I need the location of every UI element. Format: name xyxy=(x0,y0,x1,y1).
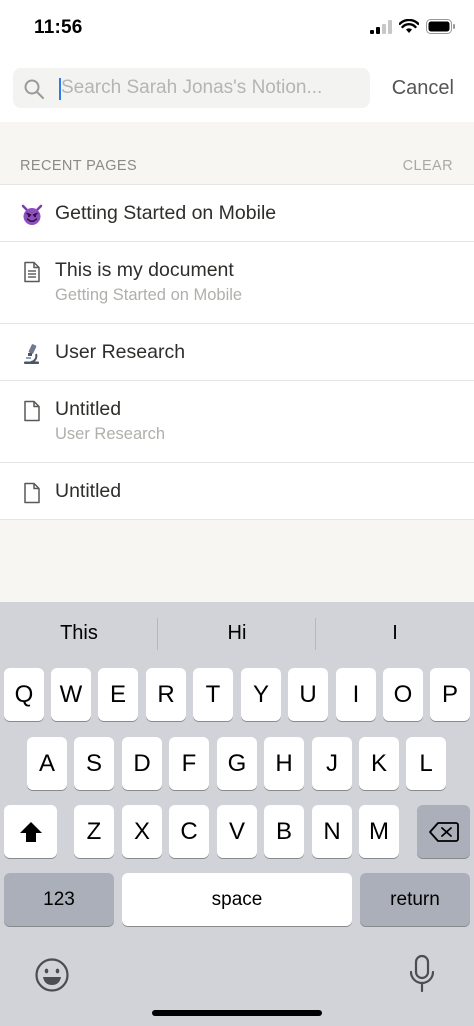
key-e[interactable]: E xyxy=(98,668,138,721)
cancel-button[interactable]: Cancel xyxy=(392,77,454,100)
key-l[interactable]: L xyxy=(406,737,446,790)
search-header: Cancel xyxy=(0,58,474,122)
battery-icon xyxy=(426,19,455,34)
item-title: This is my document xyxy=(55,259,234,281)
blank-page-icon xyxy=(20,481,44,505)
key-d[interactable]: D xyxy=(122,737,162,790)
search-box[interactable] xyxy=(13,68,370,108)
list-item[interactable]: User Research xyxy=(0,324,474,381)
shift-arrow-icon xyxy=(19,821,42,842)
emoji-icon[interactable] xyxy=(34,957,70,993)
microscope-icon xyxy=(20,342,44,366)
key-y[interactable]: Y xyxy=(241,668,281,721)
list-item[interactable]: Getting Started on Mobile xyxy=(0,185,474,242)
key-v[interactable]: V xyxy=(217,805,257,858)
key-s[interactable]: S xyxy=(74,737,114,790)
devil-emoji-icon xyxy=(20,203,44,227)
space-key[interactable]: space xyxy=(122,873,352,926)
recent-pages-header: RECENT PAGES CLEAR xyxy=(0,122,474,184)
list-item[interactable]: Untitled xyxy=(0,463,474,520)
backspace-key[interactable] xyxy=(417,805,470,858)
clear-button[interactable]: CLEAR xyxy=(403,158,453,174)
key-q[interactable]: Q xyxy=(4,668,44,721)
search-input[interactable] xyxy=(58,68,358,108)
list-item[interactable]: Untitled User Research xyxy=(0,381,474,463)
key-b[interactable]: B xyxy=(264,805,304,858)
key-x[interactable]: X xyxy=(122,805,162,858)
key-j[interactable]: J xyxy=(312,737,352,790)
suggestion-item[interactable]: Hi xyxy=(162,622,312,645)
list-item[interactable]: This is my document Getting Started on M… xyxy=(0,242,474,324)
suggestion-bar: This Hi I xyxy=(0,602,474,664)
key-m[interactable]: M xyxy=(359,805,399,858)
suggestion-item[interactable]: I xyxy=(320,622,470,645)
item-subtitle: User Research xyxy=(55,425,166,443)
shift-key[interactable] xyxy=(4,805,57,858)
key-t[interactable]: T xyxy=(193,668,233,721)
key-h[interactable]: H xyxy=(264,737,304,790)
document-lines-icon xyxy=(20,260,44,284)
return-key[interactable]: return xyxy=(360,873,470,926)
recent-pages-panel: RECENT PAGES CLEAR Getting Started on Mo… xyxy=(0,122,474,602)
item-title: User Research xyxy=(55,341,186,363)
status-icons xyxy=(370,19,456,34)
text-cursor xyxy=(59,78,61,100)
key-p[interactable]: P xyxy=(430,668,470,721)
suggestion-divider xyxy=(315,618,316,650)
recent-pages-list: Getting Started on Mobile This is my doc… xyxy=(0,184,474,520)
blank-page-icon xyxy=(20,399,44,423)
item-subtitle: Getting Started on Mobile xyxy=(55,286,243,304)
key-r[interactable]: R xyxy=(146,668,186,721)
key-o[interactable]: O xyxy=(383,668,423,721)
key-k[interactable]: K xyxy=(359,737,399,790)
key-u[interactable]: U xyxy=(288,668,328,721)
recent-pages-title: RECENT PAGES xyxy=(20,158,138,174)
wifi-icon xyxy=(399,19,419,33)
key-n[interactable]: N xyxy=(312,805,352,858)
search-icon xyxy=(24,79,44,99)
key-a[interactable]: A xyxy=(27,737,67,790)
suggestion-divider xyxy=(157,618,158,650)
item-title: Untitled xyxy=(55,398,122,420)
item-title: Getting Started on Mobile xyxy=(55,202,277,224)
cellular-signal-icon xyxy=(370,19,392,34)
backspace-icon xyxy=(428,821,459,842)
microphone-icon[interactable] xyxy=(408,954,436,994)
numbers-key[interactable]: 123 xyxy=(4,873,114,926)
key-i[interactable]: I xyxy=(336,668,376,721)
keyboard: This Hi I Q W E R T Y U I O P A S D F G … xyxy=(0,602,474,1026)
item-title: Untitled xyxy=(55,480,122,502)
status-time: 11:56 xyxy=(34,17,83,38)
key-g[interactable]: G xyxy=(217,737,257,790)
key-c[interactable]: C xyxy=(169,805,209,858)
key-w[interactable]: W xyxy=(51,668,91,721)
key-f[interactable]: F xyxy=(169,737,209,790)
home-indicator[interactable] xyxy=(152,1010,322,1016)
key-z[interactable]: Z xyxy=(74,805,114,858)
suggestion-item[interactable]: This xyxy=(4,622,154,645)
status-bar: 11:56 xyxy=(0,0,474,58)
